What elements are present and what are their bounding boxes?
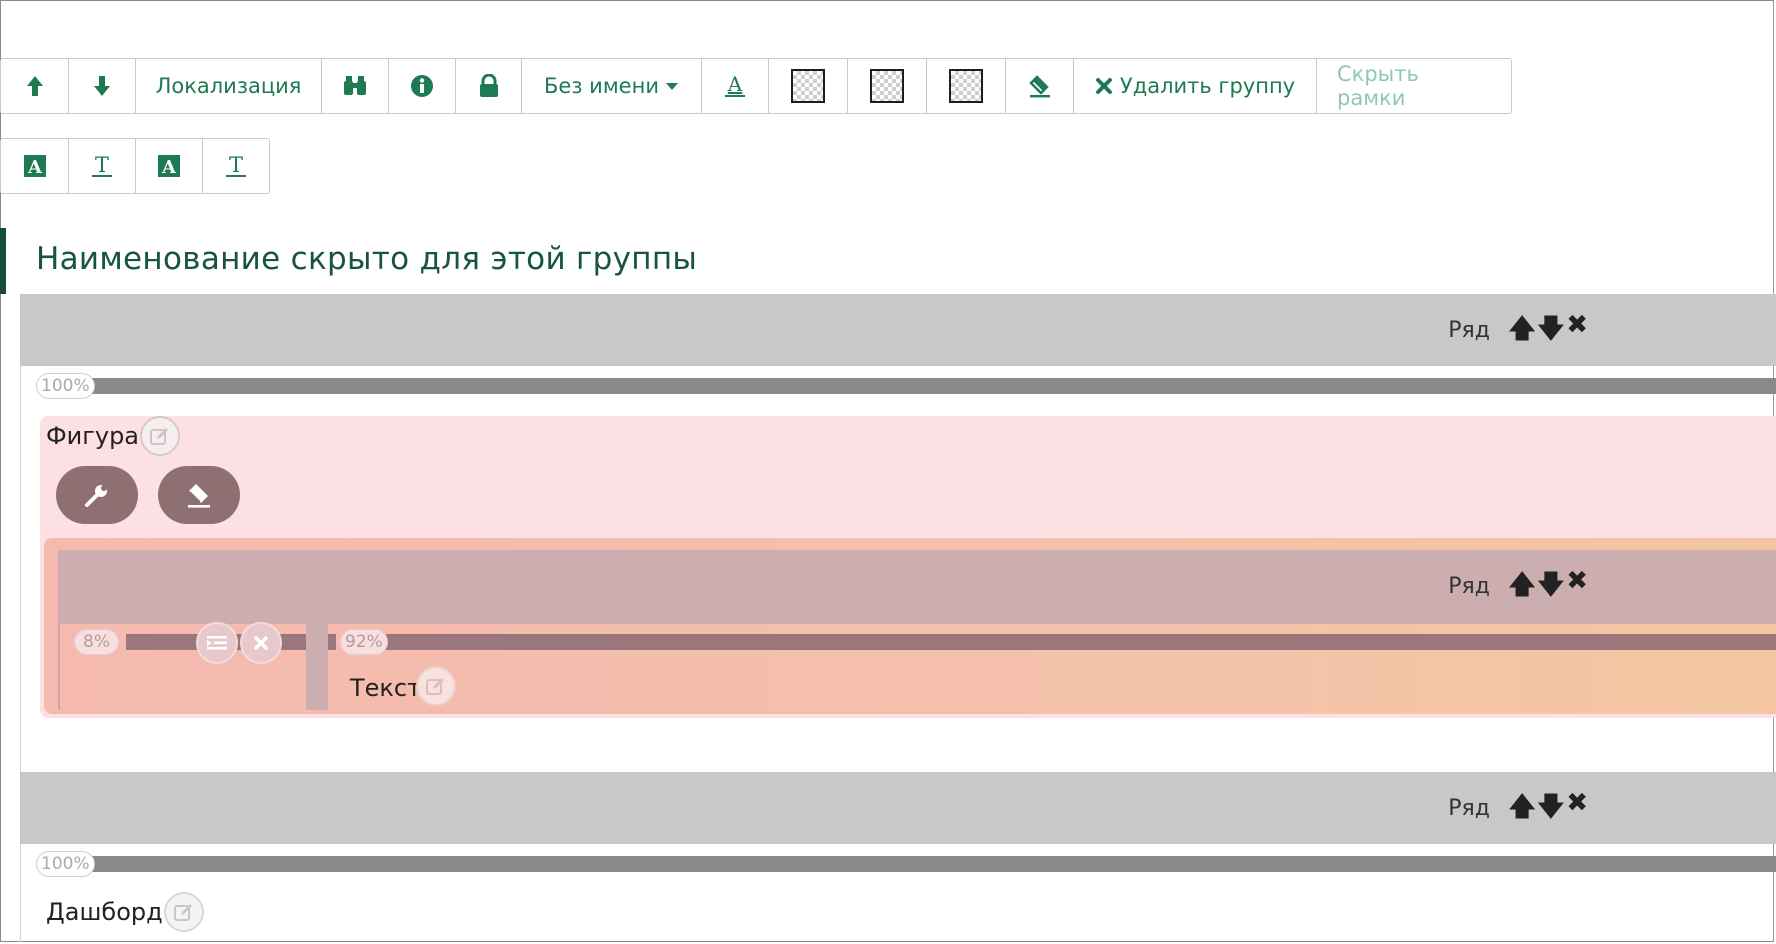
row-delete-icon[interactable]: ✖ [1566, 566, 1588, 610]
text-style-button[interactable]: T [68, 138, 136, 194]
text-underline-icon: T [226, 153, 246, 177]
column-2-bar[interactable] [350, 634, 1776, 650]
figure-settings-button[interactable] [56, 466, 138, 524]
nested-row-container: Ряд 🡅 🡇 ✖ 8% 92% Текст [44, 538, 1776, 714]
binoculars-icon [344, 76, 366, 95]
row-move-down-icon[interactable]: 🡇 [1537, 566, 1564, 610]
caret-down-icon [665, 83, 678, 90]
info-icon [411, 75, 433, 97]
transparent-swatch-icon [949, 69, 983, 103]
edit-icon [426, 678, 444, 695]
border-color-button[interactable] [847, 58, 927, 114]
lock-button[interactable] [455, 58, 522, 114]
font-color-button[interactable]: A [701, 58, 769, 114]
shadow-color-button[interactable] [926, 58, 1006, 114]
row-delete-icon[interactable]: ✖ [1566, 310, 1588, 354]
text-edit-button[interactable] [416, 666, 456, 706]
nested-row-header: Ряд 🡅 🡇 ✖ [58, 550, 1776, 624]
close-icon [254, 636, 268, 650]
info-button[interactable] [388, 58, 456, 114]
column-1-left-border [58, 624, 60, 710]
localization-button[interactable]: Локализация [135, 58, 322, 114]
wrench-icon [85, 485, 107, 507]
lock-icon [479, 74, 498, 97]
close-icon [1095, 78, 1112, 94]
eraser-icon [188, 484, 210, 508]
text-bg-style-button[interactable]: A [0, 138, 69, 194]
row-move-up-icon[interactable]: 🡅 [1509, 566, 1536, 610]
toolbar-text-style: A T A T [0, 138, 270, 194]
column-width-badge[interactable]: 100% [36, 851, 95, 877]
name-dropdown[interactable]: Без имени [521, 58, 702, 114]
move-up-button[interactable] [0, 58, 69, 114]
nested-row-controls: 🡅 🡇 ✖ [1509, 566, 1588, 610]
delete-group-label: Удалить группу [1119, 74, 1296, 98]
row-controls: 🡅 🡇 ✖ [1509, 310, 1588, 354]
nested-row-label: Ряд [1448, 574, 1490, 599]
row-move-up-icon[interactable]: 🡅 [1509, 310, 1536, 354]
name-dropdown-label: Без имени [544, 74, 659, 98]
transparent-swatch-icon [791, 69, 825, 103]
indent-icon [207, 636, 227, 650]
svg-text:A: A [27, 157, 43, 178]
row-header: Ряд 🡅 🡇 ✖ [20, 294, 1776, 366]
column-1-align-button[interactable] [196, 622, 238, 664]
row-label: Ряд [1448, 318, 1490, 343]
eraser-icon [1028, 75, 1050, 98]
svg-text:T: T [95, 153, 109, 177]
content-left-border [20, 366, 21, 942]
transparent-swatch-icon [870, 69, 904, 103]
font-background-icon: A [158, 155, 180, 178]
svg-text:A: A [727, 73, 743, 96]
svg-text:A: A [161, 157, 177, 178]
edit-icon [174, 904, 192, 921]
title-style-button[interactable]: T [202, 138, 270, 194]
row-header: Ряд 🡅 🡇 ✖ [20, 772, 1776, 844]
row-delete-icon[interactable]: ✖ [1566, 788, 1588, 832]
figure-clear-button[interactable] [158, 466, 240, 524]
font-background-icon: A [23, 155, 46, 178]
svg-text:T: T [229, 153, 243, 177]
column-separator [306, 624, 328, 710]
column-width-bar[interactable] [85, 856, 1776, 872]
dashboard-edit-button[interactable] [164, 892, 204, 932]
column-2-width-badge[interactable]: 92% [340, 629, 388, 655]
group-title: Наименование скрыто для этой группы [36, 241, 698, 277]
title-bg-style-button[interactable]: A [135, 138, 203, 194]
arrow-up-icon [26, 76, 43, 96]
group-title-accent [0, 228, 6, 294]
arrow-down-icon [94, 76, 110, 96]
figure-label: Фигура [46, 422, 140, 450]
edit-icon [150, 428, 168, 445]
row-move-down-icon[interactable]: 🡇 [1537, 788, 1564, 832]
dashboard-label: Дашборд [46, 898, 163, 926]
hide-frames-button[interactable]: Скрыть рамки [1316, 58, 1512, 114]
delete-group-button[interactable]: Удалить группу [1073, 58, 1317, 114]
hide-frames-label: Скрыть рамки [1337, 62, 1419, 110]
figure-block: Фигура Ряд 🡅 🡇 ✖ 8% 92% Текст [40, 416, 1776, 718]
text-block-label: Текст [350, 674, 422, 702]
localization-label: Локализация [155, 74, 302, 98]
column-1-width-badge[interactable]: 8% [74, 629, 119, 655]
toolbar-main: Локализация Без имени A Удалить группу С… [0, 58, 1512, 114]
row-controls: 🡅 🡇 ✖ [1509, 788, 1588, 832]
find-button[interactable] [321, 58, 389, 114]
row-move-down-icon[interactable]: 🡇 [1537, 310, 1564, 354]
row-label: Ряд [1448, 796, 1490, 821]
clear-style-button[interactable] [1005, 58, 1074, 114]
font-color-icon: A [725, 73, 745, 97]
move-down-button[interactable] [68, 58, 136, 114]
text-underline-icon: T [92, 153, 112, 177]
column-width-badge[interactable]: 100% [36, 373, 95, 399]
figure-edit-button[interactable] [140, 416, 180, 456]
row-move-up-icon[interactable]: 🡅 [1509, 788, 1536, 832]
column-width-bar[interactable] [85, 378, 1776, 394]
background-color-button[interactable] [768, 58, 848, 114]
column-1-delete-button[interactable] [240, 622, 282, 664]
